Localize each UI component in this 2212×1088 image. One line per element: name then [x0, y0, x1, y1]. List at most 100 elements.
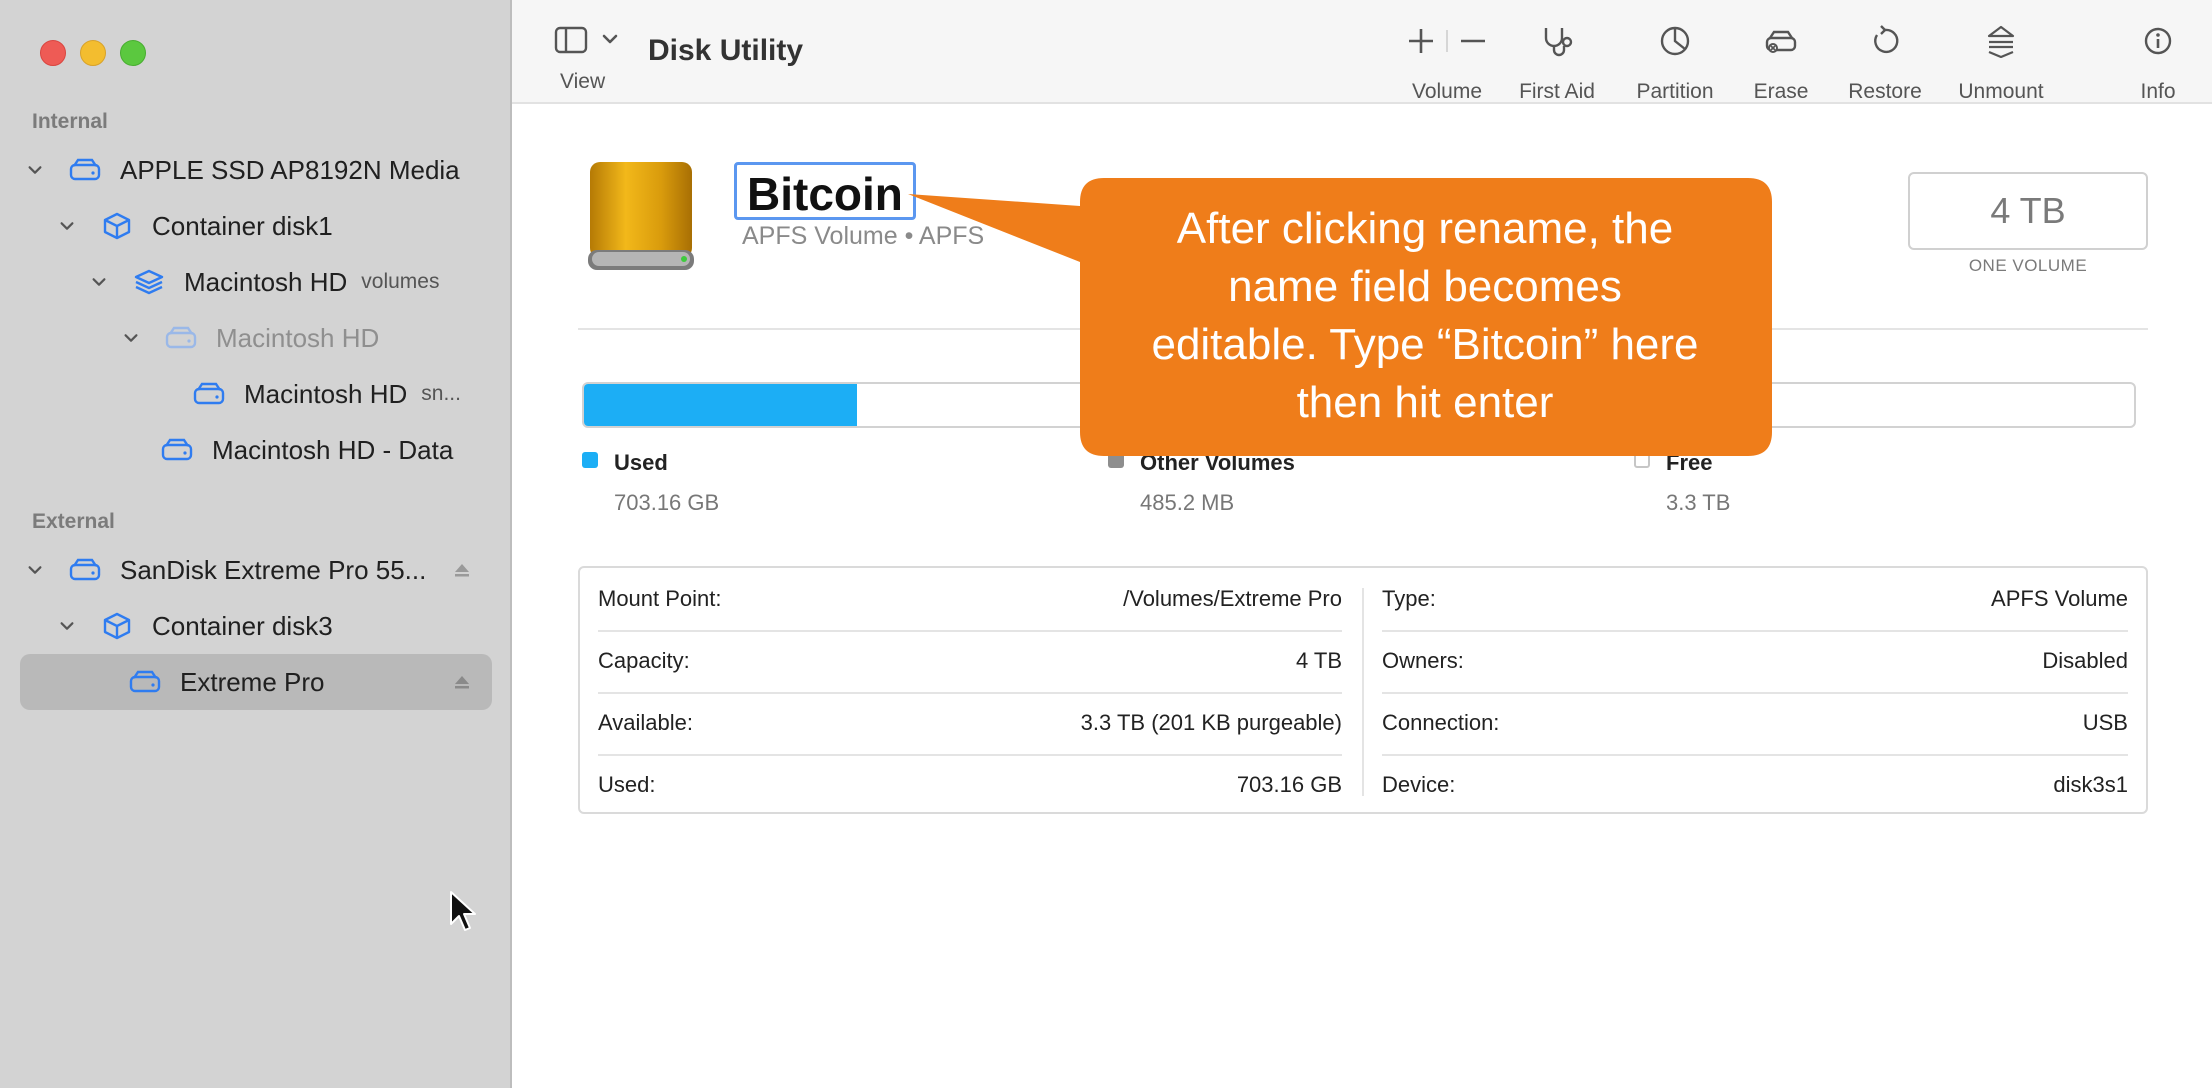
drive-icon [160, 435, 194, 465]
disk-utility-window: Internal APPLE SSD AP8192N Media Contain… [0, 0, 2212, 1088]
sidebar-item-label: Container disk1 [152, 210, 333, 241]
legend-swatch-free [1634, 452, 1650, 468]
close-window-button[interactable] [40, 40, 66, 66]
first-aid-button[interactable]: First Aid [1502, 20, 1612, 104]
partition-button[interactable]: Partition [1620, 20, 1730, 104]
external-drive-icon [588, 162, 694, 270]
info-key: Capacity: [598, 648, 690, 673]
container-icon [100, 211, 134, 241]
drive-icon [128, 667, 162, 697]
erase-label: Erase [1753, 80, 1809, 103]
zoom-window-button[interactable] [120, 40, 146, 66]
info-row: Device: disk3s1 [1382, 754, 2128, 816]
info-row: Mount Point: /Volumes/Extreme Pro [598, 568, 1342, 630]
annotation-callout-text: After clicking rename, the name field be… [1080, 200, 1770, 432]
unmount-icon [1984, 20, 2018, 62]
drive-icon [164, 323, 198, 353]
info-button[interactable]: Info [2118, 20, 2198, 104]
info-row: Available: 3.3 TB (201 KB purgeable) [598, 692, 1342, 754]
legend-name: Used [614, 450, 668, 475]
sidebar-item-macintosh-hd-snapshot[interactable]: Macintosh HD sn... [192, 372, 461, 416]
minimize-window-button[interactable] [80, 40, 106, 66]
chevron-down-icon[interactable] [24, 159, 46, 181]
callout-line: then hit enter [1296, 378, 1554, 427]
volume-size-badge: 4 TB [1908, 172, 2148, 250]
sidebar-item-label: SanDisk Extreme Pro 55... [120, 554, 427, 585]
callout-line: After clicking rename, the [1176, 204, 1674, 253]
volume-size-caption: ONE VOLUME [1968, 256, 2088, 275]
info-label: Info [2140, 80, 2176, 103]
stethoscope-icon [1540, 20, 1574, 62]
restore-icon [1868, 20, 1902, 62]
chevron-down-icon[interactable] [88, 271, 110, 293]
info-value: USB [2082, 710, 2128, 735]
info-value: 3.3 TB (201 KB purgeable) [1080, 710, 1342, 735]
sidebar-item-sandisk[interactable]: SanDisk Extreme Pro 55... [24, 548, 426, 592]
erase-button[interactable]: Erase [1726, 20, 1836, 104]
legend-name: Free [1666, 450, 1713, 475]
chevron-down-icon[interactable] [56, 615, 78, 637]
volume-button[interactable]: Volume [1392, 20, 1502, 104]
info-value: Disabled [2042, 648, 2128, 673]
info-row: Capacity: 4 TB [598, 630, 1342, 692]
callout-line: name field becomes [1228, 262, 1622, 311]
info-value: 703.16 GB [1236, 772, 1342, 797]
sidebar-item-label: Macintosh HD [216, 322, 380, 353]
callout-line: editable. Type “Bitcoin” here [1151, 320, 1699, 369]
column-divider [1362, 588, 1364, 796]
sidebar-item-apple-ssd[interactable]: APPLE SSD AP8192N Media [24, 148, 460, 192]
info-row: Connection: USB [1382, 692, 2128, 754]
volume-label: Volume [1411, 80, 1483, 103]
toolbar: View Disk Utility Volume First Aid Parti… [512, 0, 2212, 104]
legend-swatch-other [1108, 452, 1124, 468]
sidebar-item-container-disk3[interactable]: Container disk3 [56, 604, 333, 648]
sidebar-item-macintosh-hd-volumes[interactable]: Macintosh HD volumes [88, 260, 439, 304]
sidebar-item-container-disk1[interactable]: Container disk1 [56, 204, 333, 248]
sidebar-item-tag: volumes [361, 270, 440, 293]
chevron-down-icon[interactable] [120, 327, 142, 349]
legend-value: 485.2 MB [1140, 490, 1235, 515]
sidebar-item-label: APPLE SSD AP8192N Media [120, 154, 460, 185]
info-key: Connection: [1382, 710, 1500, 735]
sidebar-item-tag: sn... [421, 382, 461, 405]
sidebar-item-label: Macintosh HD - Data [212, 434, 454, 465]
app-title: Disk Utility [648, 34, 804, 67]
drive-icon [192, 379, 226, 409]
info-key: Device: [1382, 772, 1456, 797]
info-icon [2141, 20, 2175, 62]
sidebar-toggle-icon[interactable] [554, 24, 634, 64]
legend-swatch-used [582, 452, 598, 468]
chevron-down-icon[interactable] [56, 215, 78, 237]
sidebar-item-extreme-pro[interactable]: Extreme Pro [128, 660, 325, 704]
info-row: Used: 703.16 GB [598, 754, 1342, 816]
legend-name: Other Volumes [1140, 450, 1295, 475]
info-key: Used: [598, 772, 656, 797]
volume-subtitle: APFS Volume • APFS [742, 222, 985, 250]
first-aid-label: First Aid [1519, 80, 1595, 103]
unmount-button[interactable]: Unmount [1936, 20, 2066, 104]
sidebar-item-macintosh-hd-data[interactable]: Macintosh HD - Data [160, 428, 453, 472]
plus-minus-icon[interactable] [1407, 20, 1487, 62]
info-row: Type: APFS Volume [1382, 568, 2128, 630]
partition-label: Partition [1636, 80, 1714, 103]
chevron-down-icon[interactable] [24, 559, 46, 581]
sidebar-item-label: Macintosh HD [184, 266, 348, 297]
volume-info-table: Mount Point: /Volumes/Extreme Pro Capaci… [578, 566, 2148, 814]
restore-label: Restore [1848, 80, 1922, 103]
container-icon [100, 611, 134, 641]
eject-icon[interactable] [452, 560, 472, 580]
usage-bar-used [584, 384, 857, 426]
sidebar-item-macintosh-hd-system[interactable]: Macintosh HD [120, 316, 379, 360]
erase-icon [1764, 20, 1798, 62]
restore-button[interactable]: Restore [1830, 20, 1940, 104]
info-value: /Volumes/Extreme Pro [1123, 586, 1342, 611]
legend-value: 3.3 TB [1666, 490, 1731, 515]
sidebar: Internal APPLE SSD AP8192N Media Contain… [0, 0, 512, 1088]
volume-name-field[interactable]: Bitcoin [734, 162, 916, 220]
legend-value: 703.16 GB [614, 490, 720, 515]
layers-icon [132, 267, 166, 297]
info-value: APFS Volume [1991, 586, 2128, 611]
sidebar-section-external: External [32, 510, 115, 533]
eject-icon[interactable] [452, 672, 472, 692]
drive-icon [68, 155, 102, 185]
